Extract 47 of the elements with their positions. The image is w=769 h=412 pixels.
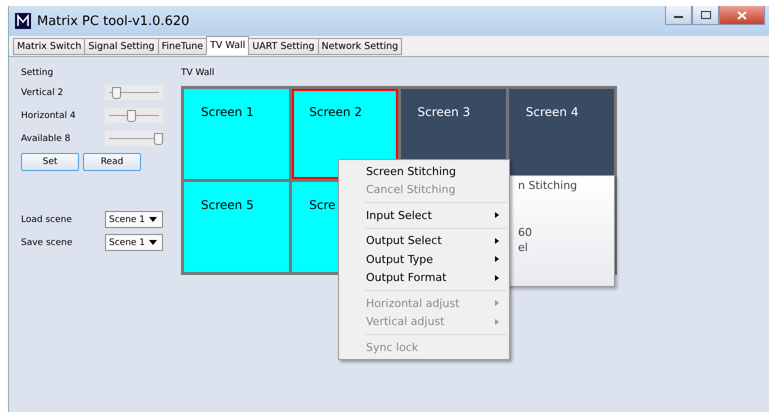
slider[interactable] [105, 85, 163, 100]
scene-dropdown[interactable]: Scene 1 [105, 211, 163, 228]
slider[interactable] [105, 108, 163, 123]
dropdown-arrow-icon [149, 217, 157, 222]
section-title: TV Wall [181, 68, 216, 78]
section-title: Setting [21, 68, 54, 78]
minimize-button[interactable] [665, 6, 692, 25]
slider-thumb[interactable] [154, 133, 163, 145]
submenu-arrow-icon [495, 212, 499, 218]
slider[interactable] [105, 131, 163, 146]
scene-label: Load scene [21, 214, 72, 224]
app-logo-icon [15, 13, 31, 29]
submenu-arrow-icon [495, 274, 499, 281]
popup-text: el [518, 241, 528, 254]
dropdown-arrow-icon [149, 240, 157, 245]
tab[interactable]: Signal Setting [84, 38, 159, 55]
action-button[interactable]: Set [21, 153, 79, 171]
tab[interactable]: Matrix Switch [13, 38, 86, 55]
menu-item[interactable]: Output Type [339, 250, 509, 268]
tab[interactable]: UART Setting [248, 38, 319, 55]
submenu-arrow-icon [495, 256, 499, 262]
maximize-icon [700, 11, 710, 19]
popup-text: 60 [518, 226, 532, 238]
action-button[interactable]: Read [83, 153, 141, 171]
scene-dropdown[interactable]: Scene 1 [105, 234, 163, 251]
tab[interactable]: Network Setting [318, 38, 402, 55]
menu-item[interactable]: Input Select [339, 206, 509, 224]
close-button[interactable] [719, 6, 765, 25]
tab[interactable]: TV Wall [206, 36, 250, 55]
scene-label: Save scene [21, 238, 72, 248]
window-title: Matrix PC tool-v1.0.620 [37, 14, 190, 28]
slider-label: Vertical 2 [21, 88, 64, 98]
menu-item[interactable]: Output Select [339, 232, 509, 250]
slider-label: Horizontal 4 [21, 110, 76, 120]
menu-item[interactable]: Output Format [339, 268, 509, 287]
submenu-arrow-icon [495, 300, 499, 306]
slider-label: Available 8 [21, 134, 70, 144]
screen-tile[interactable]: Screen 1 [184, 89, 290, 179]
popup-text: n Stitching [518, 179, 578, 192]
maximize-button[interactable] [692, 6, 719, 25]
tab[interactable]: FineTune [158, 38, 208, 55]
screen-tile[interactable]: Screen 5 [184, 182, 290, 272]
submenu-arrow-icon [495, 318, 499, 325]
slider-thumb[interactable] [112, 87, 122, 99]
close-icon [737, 10, 747, 20]
submenu-arrow-icon [495, 238, 499, 244]
slider-thumb[interactable] [127, 110, 136, 122]
